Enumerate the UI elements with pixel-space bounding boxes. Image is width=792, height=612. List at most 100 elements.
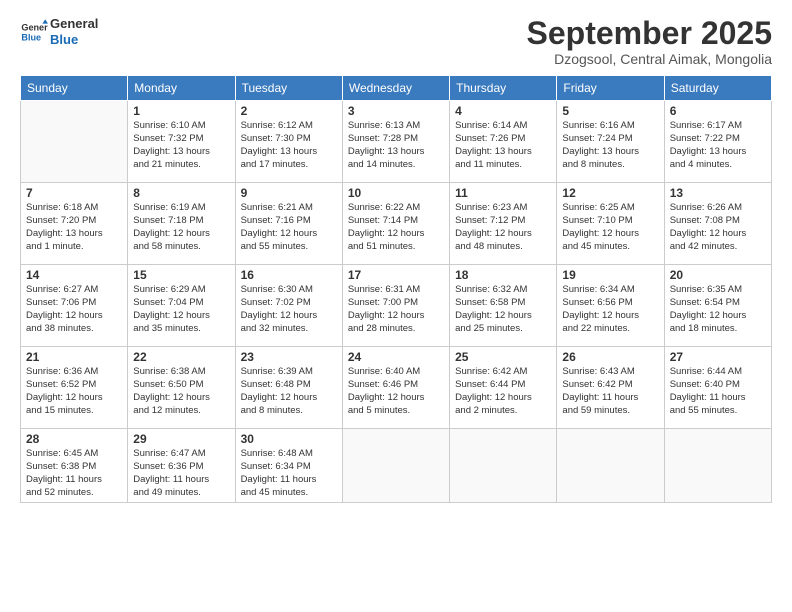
calendar-cell: 15 Sunrise: 6:29 AM Sunset: 7:04 PM Dayli… bbox=[128, 265, 235, 347]
day-info: Sunrise: 6:16 AM Sunset: 7:24 PM Dayligh… bbox=[562, 120, 658, 171]
day-info: Sunrise: 6:26 AM Sunset: 7:08 PM Dayligh… bbox=[670, 202, 766, 253]
calendar-cell: 30 Sunrise: 6:48 AM Sunset: 6:34 PM Dayli… bbox=[235, 429, 342, 503]
day-info: Sunrise: 6:45 AM Sunset: 6:38 PM Dayligh… bbox=[26, 448, 122, 499]
day-number: 18 bbox=[455, 268, 551, 282]
calendar-cell: 20 Sunrise: 6:35 AM Sunset: 6:54 PM Dayli… bbox=[664, 265, 771, 347]
calendar-cell: 29 Sunrise: 6:47 AM Sunset: 6:36 PM Dayli… bbox=[128, 429, 235, 503]
svg-text:General: General bbox=[21, 22, 48, 32]
day-number: 29 bbox=[133, 432, 229, 446]
calendar-cell: 7Sunrise: 6:18 AM Sunset: 7:20 PM Daylig… bbox=[21, 183, 128, 265]
calendar-cell bbox=[21, 101, 128, 183]
month-title: September 2025 bbox=[527, 16, 772, 51]
calendar-header-thursday: Thursday bbox=[450, 76, 557, 101]
calendar-cell: 9 Sunrise: 6:21 AM Sunset: 7:16 PM Daylig… bbox=[235, 183, 342, 265]
day-info: Sunrise: 6:48 AM Sunset: 6:34 PM Dayligh… bbox=[241, 448, 337, 499]
day-number: 8 bbox=[133, 186, 229, 200]
calendar-table: SundayMondayTuesdayWednesdayThursdayFrid… bbox=[20, 75, 772, 503]
calendar-week-row: 28Sunrise: 6:45 AM Sunset: 6:38 PM Dayli… bbox=[21, 429, 772, 503]
calendar-header-sunday: Sunday bbox=[21, 76, 128, 101]
calendar-cell bbox=[342, 429, 449, 503]
calendar-week-row: 21 Sunrise: 6:36 AM Sunset: 6:52 PM Dayli… bbox=[21, 347, 772, 429]
svg-text:Blue: Blue bbox=[21, 32, 41, 42]
calendar-cell: 14 Sunrise: 6:27 AM Sunset: 7:06 PM Dayli… bbox=[21, 265, 128, 347]
header: General Blue General Blue September 2025… bbox=[20, 16, 772, 67]
calendar-cell: 24Sunrise: 6:40 AM Sunset: 6:46 PM Dayli… bbox=[342, 347, 449, 429]
calendar-cell bbox=[557, 429, 664, 503]
day-info: Sunrise: 6:10 AM Sunset: 7:32 PM Dayligh… bbox=[133, 120, 229, 171]
day-info: Sunrise: 6:47 AM Sunset: 6:36 PM Dayligh… bbox=[133, 448, 229, 499]
day-number: 9 bbox=[241, 186, 337, 200]
day-number: 20 bbox=[670, 268, 766, 282]
day-number: 25 bbox=[455, 350, 551, 364]
day-number: 10 bbox=[348, 186, 444, 200]
day-info: Sunrise: 6:44 AM Sunset: 6:40 PM Dayligh… bbox=[670, 366, 766, 417]
calendar-week-row: 1 Sunrise: 6:10 AM Sunset: 7:32 PM Daylig… bbox=[21, 101, 772, 183]
day-number: 21 bbox=[26, 350, 122, 364]
calendar-cell: 25 Sunrise: 6:42 AM Sunset: 6:44 PM Dayli… bbox=[450, 347, 557, 429]
day-number: 23 bbox=[241, 350, 337, 364]
day-info: Sunrise: 6:17 AM Sunset: 7:22 PM Dayligh… bbox=[670, 120, 766, 171]
calendar-cell bbox=[450, 429, 557, 503]
day-number: 7 bbox=[26, 186, 122, 200]
day-number: 12 bbox=[562, 186, 658, 200]
day-info: Sunrise: 6:23 AM Sunset: 7:12 PM Dayligh… bbox=[455, 202, 551, 253]
day-info: Sunrise: 6:29 AM Sunset: 7:04 PM Dayligh… bbox=[133, 284, 229, 335]
day-info: Sunrise: 6:36 AM Sunset: 6:52 PM Dayligh… bbox=[26, 366, 122, 417]
day-info: Sunrise: 6:21 AM Sunset: 7:16 PM Dayligh… bbox=[241, 202, 337, 253]
calendar-cell: 8 Sunrise: 6:19 AM Sunset: 7:18 PM Daylig… bbox=[128, 183, 235, 265]
calendar-cell bbox=[664, 429, 771, 503]
day-info: Sunrise: 6:32 AM Sunset: 6:58 PM Dayligh… bbox=[455, 284, 551, 335]
day-info: Sunrise: 6:31 AM Sunset: 7:00 PM Dayligh… bbox=[348, 284, 444, 335]
calendar-cell: 28Sunrise: 6:45 AM Sunset: 6:38 PM Dayli… bbox=[21, 429, 128, 503]
calendar-cell: 3 Sunrise: 6:13 AM Sunset: 7:28 PM Daylig… bbox=[342, 101, 449, 183]
day-number: 15 bbox=[133, 268, 229, 282]
calendar-cell: 10Sunrise: 6:22 AM Sunset: 7:14 PM Dayli… bbox=[342, 183, 449, 265]
calendar-week-row: 7Sunrise: 6:18 AM Sunset: 7:20 PM Daylig… bbox=[21, 183, 772, 265]
location-subtitle: Dzogsool, Central Aimak, Mongolia bbox=[527, 51, 772, 67]
calendar-cell: 17Sunrise: 6:31 AM Sunset: 7:00 PM Dayli… bbox=[342, 265, 449, 347]
day-info: Sunrise: 6:34 AM Sunset: 6:56 PM Dayligh… bbox=[562, 284, 658, 335]
day-info: Sunrise: 6:38 AM Sunset: 6:50 PM Dayligh… bbox=[133, 366, 229, 417]
day-number: 22 bbox=[133, 350, 229, 364]
day-number: 4 bbox=[455, 104, 551, 118]
calendar-cell: 16 Sunrise: 6:30 AM Sunset: 7:02 PM Dayli… bbox=[235, 265, 342, 347]
day-info: Sunrise: 6:13 AM Sunset: 7:28 PM Dayligh… bbox=[348, 120, 444, 171]
day-number: 26 bbox=[562, 350, 658, 364]
day-info: Sunrise: 6:27 AM Sunset: 7:06 PM Dayligh… bbox=[26, 284, 122, 335]
calendar-cell: 18 Sunrise: 6:32 AM Sunset: 6:58 PM Dayli… bbox=[450, 265, 557, 347]
logo-blue: Blue bbox=[50, 32, 98, 48]
day-info: Sunrise: 6:25 AM Sunset: 7:10 PM Dayligh… bbox=[562, 202, 658, 253]
day-number: 24 bbox=[348, 350, 444, 364]
day-number: 2 bbox=[241, 104, 337, 118]
day-number: 19 bbox=[562, 268, 658, 282]
page: General Blue General Blue September 2025… bbox=[0, 0, 792, 612]
day-number: 14 bbox=[26, 268, 122, 282]
day-number: 11 bbox=[455, 186, 551, 200]
day-info: Sunrise: 6:42 AM Sunset: 6:44 PM Dayligh… bbox=[455, 366, 551, 417]
calendar-cell: 4 Sunrise: 6:14 AM Sunset: 7:26 PM Daylig… bbox=[450, 101, 557, 183]
day-info: Sunrise: 6:30 AM Sunset: 7:02 PM Dayligh… bbox=[241, 284, 337, 335]
day-number: 1 bbox=[133, 104, 229, 118]
day-info: Sunrise: 6:39 AM Sunset: 6:48 PM Dayligh… bbox=[241, 366, 337, 417]
day-number: 16 bbox=[241, 268, 337, 282]
day-number: 30 bbox=[241, 432, 337, 446]
calendar-cell: 22 Sunrise: 6:38 AM Sunset: 6:50 PM Dayli… bbox=[128, 347, 235, 429]
calendar-cell: 21 Sunrise: 6:36 AM Sunset: 6:52 PM Dayli… bbox=[21, 347, 128, 429]
calendar-cell: 13 Sunrise: 6:26 AM Sunset: 7:08 PM Dayli… bbox=[664, 183, 771, 265]
logo-general: General bbox=[50, 16, 98, 32]
day-info: Sunrise: 6:19 AM Sunset: 7:18 PM Dayligh… bbox=[133, 202, 229, 253]
day-info: Sunrise: 6:35 AM Sunset: 6:54 PM Dayligh… bbox=[670, 284, 766, 335]
logo: General Blue General Blue bbox=[20, 16, 98, 47]
calendar-cell: 5Sunrise: 6:16 AM Sunset: 7:24 PM Daylig… bbox=[557, 101, 664, 183]
day-number: 13 bbox=[670, 186, 766, 200]
calendar-cell: 23 Sunrise: 6:39 AM Sunset: 6:48 PM Dayli… bbox=[235, 347, 342, 429]
calendar-cell: 2Sunrise: 6:12 AM Sunset: 7:30 PM Daylig… bbox=[235, 101, 342, 183]
calendar-header-monday: Monday bbox=[128, 76, 235, 101]
day-number: 6 bbox=[670, 104, 766, 118]
day-info: Sunrise: 6:14 AM Sunset: 7:26 PM Dayligh… bbox=[455, 120, 551, 171]
calendar-header-saturday: Saturday bbox=[664, 76, 771, 101]
calendar-cell: 26Sunrise: 6:43 AM Sunset: 6:42 PM Dayli… bbox=[557, 347, 664, 429]
calendar-cell: 27Sunrise: 6:44 AM Sunset: 6:40 PM Dayli… bbox=[664, 347, 771, 429]
day-number: 3 bbox=[348, 104, 444, 118]
calendar-header-tuesday: Tuesday bbox=[235, 76, 342, 101]
